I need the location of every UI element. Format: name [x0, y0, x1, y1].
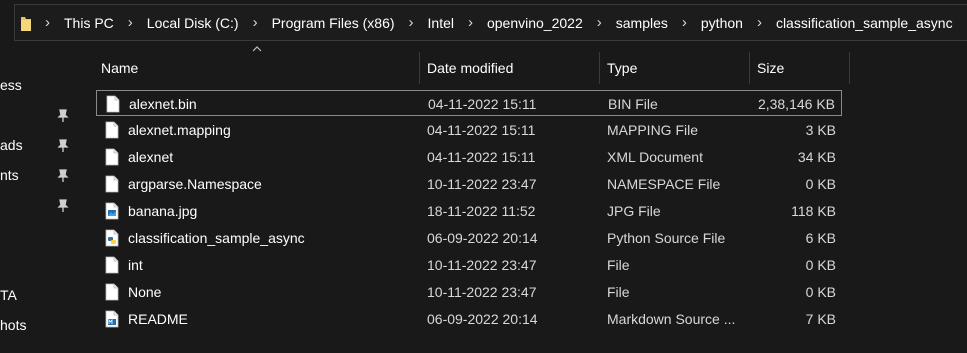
chevron-right-icon[interactable]: ›: [468, 15, 473, 30]
file-name: alexnet.mapping: [128, 122, 231, 138]
nav-item-downloads[interactable]: ads: [0, 137, 23, 153]
chevron-right-icon[interactable]: ›: [682, 15, 687, 30]
column-divider[interactable]: [849, 52, 850, 84]
column-header-date-modified[interactable]: Date modified: [427, 54, 513, 82]
breadcrumb-item[interactable]: Local Disk (C:): [147, 15, 239, 31]
file-date-modified: 04-11-2022 15:11: [427, 149, 536, 165]
breadcrumb-item[interactable]: openvino_2022: [487, 15, 583, 31]
file-row[interactable]: int 10-11-2022 23:47 File 0 KB: [96, 252, 842, 278]
navigation-pane: ess ads nts TA hots: [0, 41, 78, 353]
file-type: File: [607, 284, 630, 300]
column-divider[interactable]: [749, 52, 750, 84]
file-row[interactable]: README 06-09-2022 20:14 Markdown Source ..…: [96, 306, 842, 332]
python-file-icon: [105, 229, 119, 247]
file-date-modified: 06-09-2022 20:14: [427, 230, 538, 246]
nav-item-data[interactable]: TA: [0, 287, 17, 303]
file-date-modified: 06-09-2022 20:14: [427, 311, 538, 327]
blank-file-icon: [105, 121, 119, 139]
file-date-modified: 04-11-2022 15:11: [427, 122, 536, 138]
sort-ascending-icon: [252, 46, 262, 52]
file-size: 0 KB: [805, 284, 836, 300]
file-date-modified: 10-11-2022 23:47: [427, 284, 537, 300]
blank-file-icon: [105, 283, 119, 301]
file-size: 0 KB: [805, 257, 836, 273]
nav-item-quick-access[interactable]: ess: [0, 77, 22, 93]
column-header-size[interactable]: Size: [757, 54, 784, 82]
file-size: 7 KB: [805, 311, 836, 327]
file-type: BIN File: [608, 96, 658, 112]
nav-item-documents[interactable]: nts: [0, 167, 19, 183]
nav-item-screenshots[interactable]: hots: [0, 317, 26, 333]
file-row[interactable]: alexnet 04-11-2022 15:11 XML Document 34 KB: [96, 144, 842, 170]
blank-file-icon: [105, 148, 119, 166]
file-name: alexnet: [128, 149, 174, 165]
markdown-file-icon: [105, 310, 119, 328]
pin-icon: [57, 139, 69, 152]
column-divider[interactable]: [419, 52, 420, 84]
file-row[interactable]: alexnet.mapping 04-11-2022 15:11 MAPPING F…: [96, 117, 842, 143]
file-type: NAMESPACE File: [607, 176, 721, 192]
file-row[interactable]: classification_sample_async 06-09-2022 20…: [96, 225, 842, 251]
file-type: File: [607, 257, 630, 273]
file-name: alexnet.bin: [129, 96, 197, 112]
file-name: classification_sample_async: [128, 230, 305, 246]
blank-file-icon: [105, 256, 119, 274]
column-header-type[interactable]: Type: [607, 54, 637, 82]
file-name: banana.jpg: [128, 203, 198, 219]
breadcrumb-item[interactable]: classification_sample_async: [776, 15, 953, 31]
image-file-icon: [105, 202, 119, 220]
file-size: 2,38,146 KB: [757, 96, 835, 112]
column-header-name[interactable]: Name: [101, 54, 138, 82]
file-size: 34 KB: [797, 149, 836, 165]
file-type: MAPPING File: [607, 122, 699, 138]
file-date-modified: 18-11-2022 11:52: [427, 203, 536, 219]
pin-icon: [57, 109, 69, 122]
file-date-modified: 04-11-2022 15:11: [428, 96, 537, 112]
pin-icon: [57, 199, 69, 212]
file-type: JPG File: [607, 203, 661, 219]
chevron-right-icon[interactable]: ›: [128, 15, 133, 30]
file-date-modified: 10-11-2022 23:47: [427, 176, 537, 192]
chevron-right-icon[interactable]: ›: [409, 15, 414, 30]
breadcrumb-item[interactable]: samples: [616, 15, 668, 31]
breadcrumb-item[interactable]: This PC: [64, 15, 114, 31]
file-list-pane: Name Date modified Type Size alexnet.bin…: [78, 41, 967, 353]
file-name: int: [128, 257, 143, 273]
breadcrumb-item[interactable]: python: [701, 15, 743, 31]
file-name: README: [128, 311, 188, 327]
address-bar[interactable]: › This PC › Local Disk (C:) › Program Files (…: [14, 4, 967, 41]
file-size: 118 KB: [791, 203, 836, 219]
file-type: XML Document: [607, 149, 703, 165]
file-type: Python Source File: [607, 230, 726, 246]
pin-icon: [57, 169, 69, 182]
file-size: 3 KB: [805, 122, 836, 138]
file-name: argparse.Namespace: [128, 176, 262, 192]
blank-file-icon: [105, 175, 119, 193]
column-divider[interactable]: [599, 52, 600, 84]
chevron-right-icon[interactable]: ›: [253, 15, 258, 30]
file-type: Markdown Source ...: [607, 311, 736, 327]
file-row[interactable]: alexnet.bin 04-11-2022 15:11 BIN File 2,38,…: [96, 90, 842, 116]
chevron-right-icon[interactable]: ›: [757, 15, 762, 30]
file-name: None: [128, 284, 162, 300]
blank-file-icon: [106, 95, 120, 113]
breadcrumb-item[interactable]: Program Files (x86): [272, 15, 395, 31]
file-size: 6 KB: [805, 230, 836, 246]
file-date-modified: 10-11-2022 23:47: [427, 257, 537, 273]
breadcrumb: › This PC › Local Disk (C:) › Program Files (…: [15, 5, 953, 40]
file-row[interactable]: None 10-11-2022 23:47 File 0 KB: [96, 279, 842, 305]
file-row[interactable]: argparse.Namespace 10-11-2022 23:47 NAMESP…: [96, 171, 842, 197]
chevron-right-icon[interactable]: ›: [45, 15, 50, 30]
file-size: 0 KB: [805, 176, 836, 192]
chevron-right-icon[interactable]: ›: [597, 15, 602, 30]
file-row[interactable]: banana.jpg 18-11-2022 11:52 JPG File 118 KB: [96, 198, 842, 224]
breadcrumb-item[interactable]: Intel: [428, 15, 454, 31]
